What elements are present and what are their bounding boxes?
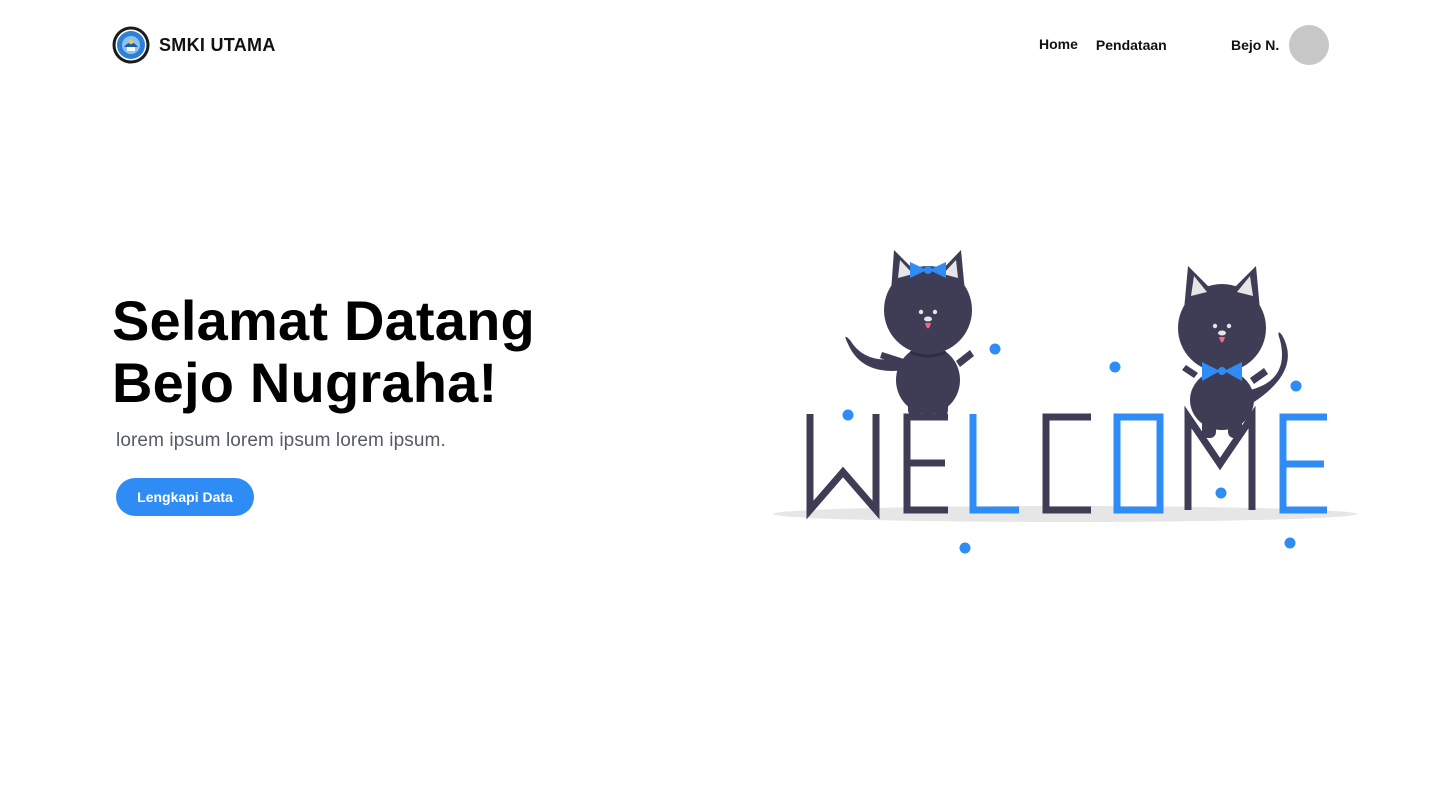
hero: Selamat Datang Bejo Nugraha! lorem ipsum…	[112, 290, 712, 516]
hero-title-line2: Bejo Nugraha!	[112, 351, 498, 414]
avatar[interactable]	[1289, 25, 1330, 65]
welcome-cats-illustration	[773, 250, 1357, 554]
nav-pendataan[interactable]: Pendataan	[1096, 37, 1167, 53]
hero-subtitle: lorem ipsum lorem ipsum lorem ipsum.	[116, 430, 446, 451]
user-menu[interactable]: Bejo N.	[1231, 25, 1330, 65]
letter-l	[969, 414, 1019, 514]
user-name: Bejo N.	[1231, 37, 1280, 53]
hero-title-line1: Selamat Datang	[112, 289, 535, 352]
nav-home[interactable]: Home	[1039, 36, 1078, 53]
brand-name: SMKI UTAMA	[159, 34, 276, 55]
letter-w	[806, 414, 880, 520]
brand[interactable]: SMKI UTAMA	[112, 26, 276, 64]
cat-right	[1178, 266, 1288, 438]
cat-left-tail	[845, 336, 905, 371]
welcome-word	[806, 405, 1327, 520]
cat-left	[845, 250, 974, 416]
school-emblem-icon	[112, 26, 150, 64]
letter-c	[1042, 413, 1091, 514]
hero-title: Selamat Datang Bejo Nugraha!	[112, 290, 712, 414]
navbar: SMKI UTAMA Home Pendataan Bejo N.	[0, 0, 1440, 90]
letter-o	[1113, 413, 1164, 514]
nav-links: Home Pendataan	[1039, 36, 1167, 53]
lengkapi-data-button[interactable]: Lengkapi Data	[116, 478, 254, 516]
page: SMKI UTAMA Home Pendataan Bejo N. Selama…	[0, 0, 1440, 800]
